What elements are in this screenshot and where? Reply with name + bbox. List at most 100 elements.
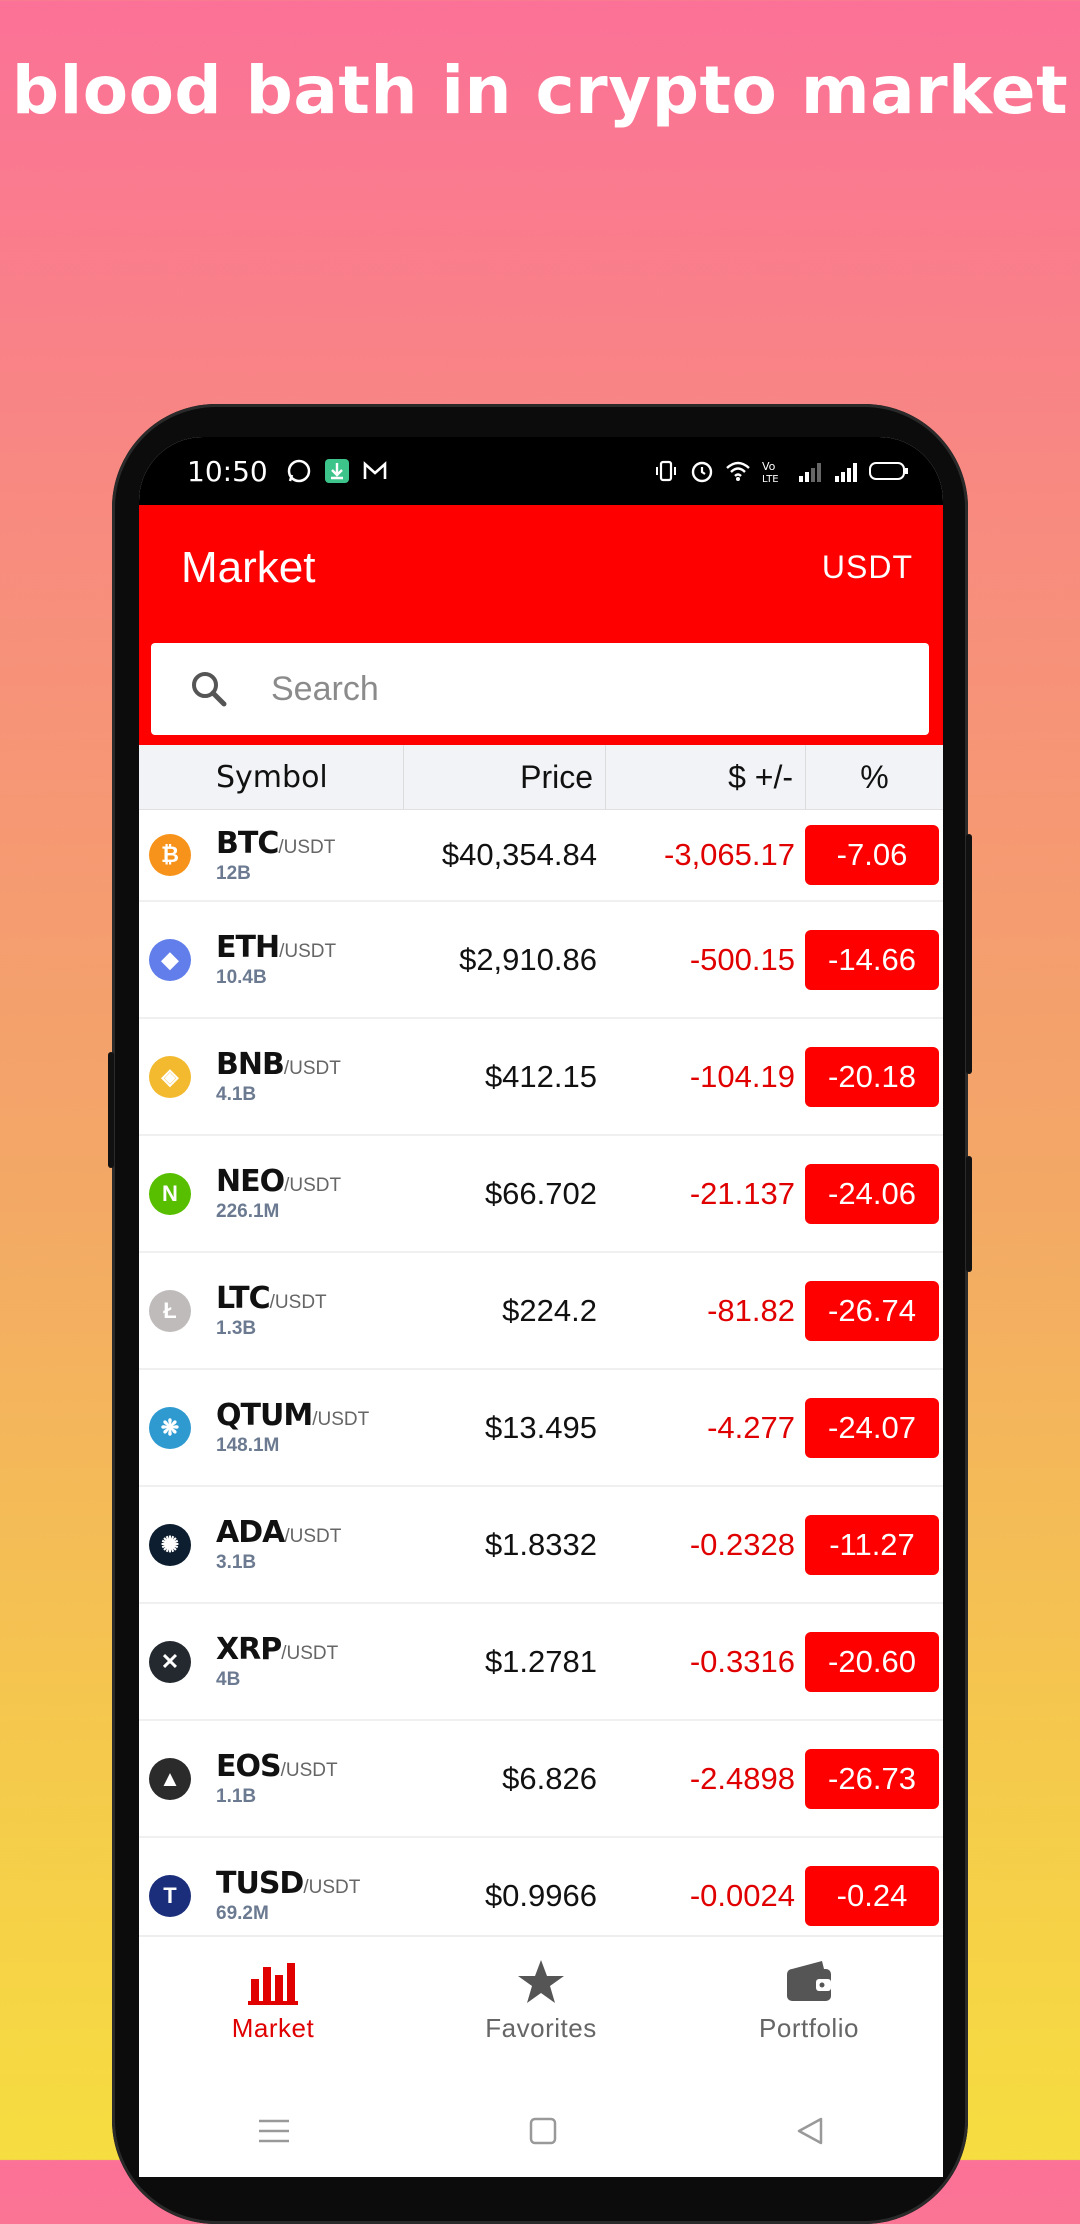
row-percent-badge: -11.27 <box>805 1514 939 1575</box>
row-price: $1.8332 <box>484 1526 597 1562</box>
btc-icon: ₿ <box>149 834 191 876</box>
row-volume: 12B <box>216 862 251 884</box>
row-percent-badge: -26.73 <box>805 1748 939 1809</box>
svg-text:Vo: Vo <box>762 460 776 473</box>
table-row[interactable]: ▲ EOS/USDT 1.1B $6.826 -2.4898 -26.73 <box>139 1721 943 1838</box>
row-change: -3,065.17 <box>664 837 795 872</box>
nav-label: Favorites <box>485 2013 597 2043</box>
coin-list: ₿ BTC/USDT 12B $40,354.84 -3,065.17 -7.0… <box>139 810 943 1955</box>
eth-icon: ◆ <box>149 938 191 981</box>
row-percent-badge: -20.18 <box>805 1046 939 1107</box>
ada-icon: ✺ <box>149 1523 191 1566</box>
home-icon[interactable] <box>528 2116 558 2146</box>
row-percent-badge: -26.74 <box>805 1280 939 1341</box>
row-change: -2.4898 <box>689 1760 795 1796</box>
phone-screen: 10:50 Vo LTE Market USDT Search Symbol Pr… <box>139 437 943 2177</box>
row-price: $40,354.84 <box>441 837 597 872</box>
bnb-icon: ◈ <box>149 1055 191 1098</box>
row-change: -4.277 <box>707 1409 795 1445</box>
page-title: Market <box>181 543 316 592</box>
column-header-symbol[interactable]: Symbol <box>139 745 404 809</box>
search-placeholder: Search <box>271 669 379 708</box>
signal-icon <box>799 463 821 482</box>
row-volume: 4B <box>216 1669 241 1690</box>
row-symbol: BNB <box>216 1047 285 1082</box>
row-quote: /USDT <box>284 1175 342 1196</box>
table-row[interactable]: ◆ ETH/USDT 10.4B $2,910.86 -500.15 -14.6… <box>139 902 943 1019</box>
ltc-icon: Ł <box>149 1289 191 1332</box>
row-change: -0.0024 <box>689 1877 795 1913</box>
phone-side-button <box>966 834 972 1074</box>
battery-icon <box>869 462 908 480</box>
eos-icon: ▲ <box>149 1757 191 1800</box>
row-price: $2,910.86 <box>459 941 597 977</box>
table-row[interactable]: ◈ BNB/USDT 4.1B $412.15 -104.19 -20.18 <box>139 1019 943 1136</box>
table-row[interactable]: ₿ BTC/USDT 12B $40,354.84 -3,065.17 -7.0… <box>139 810 943 902</box>
row-quote: /USDT <box>279 941 337 962</box>
tusd-icon: T <box>149 1874 191 1917</box>
nav-favorites[interactable]: Favorites <box>407 1937 675 2087</box>
neo-icon: N <box>149 1172 191 1215</box>
svg-text:LTE: LTE <box>762 474 779 484</box>
row-symbol: NEO <box>216 1164 285 1199</box>
download-icon <box>324 459 349 483</box>
row-percent-badge: -24.07 <box>805 1397 939 1458</box>
column-header-percent[interactable]: % <box>806 745 943 809</box>
row-volume: 1.1B <box>216 1786 257 1807</box>
phone-side-button <box>108 1052 114 1168</box>
bar-chart-icon <box>248 1963 298 2005</box>
row-quote: /USDT <box>281 1643 339 1664</box>
row-symbol: ADA <box>216 1515 285 1550</box>
back-icon[interactable] <box>795 2116 825 2146</box>
table-row[interactable]: ✺ ADA/USDT 3.1B $1.8332 -0.2328 -11.27 <box>139 1487 943 1604</box>
row-percent-badge: -0.24 <box>805 1865 939 1926</box>
row-change: -0.3316 <box>689 1643 795 1679</box>
row-price: $66.702 <box>484 1175 597 1211</box>
row-quote: /USDT <box>280 1760 338 1781</box>
row-quote: /USDT <box>283 1058 341 1079</box>
signal-icon <box>835 463 857 482</box>
app-bar: Market USDT Search <box>139 505 943 745</box>
table-row[interactable]: ❋ QTUM/USDT 148.1M $13.495 -4.277 -24.07 <box>139 1370 943 1487</box>
nav-label: Portfolio <box>759 2013 859 2043</box>
row-change: -21.137 <box>689 1175 795 1211</box>
row-change: -104.19 <box>689 1058 795 1094</box>
nav-portfolio[interactable]: Portfolio <box>675 1937 943 2087</box>
row-price: $6.826 <box>502 1760 597 1796</box>
column-header-change[interactable]: $ +/- <box>606 745 806 809</box>
promo-headline: blood bath in crypto market <box>11 52 1069 129</box>
table-row[interactable]: Ł LTC/USDT 1.3B $224.2 -81.82 -26.74 <box>139 1253 943 1370</box>
menu-icon[interactable] <box>257 2116 291 2146</box>
row-price: $1.2781 <box>484 1643 597 1679</box>
row-volume: 4.1B <box>216 1084 257 1105</box>
vibrate-icon <box>656 460 676 482</box>
row-change: -0.2328 <box>689 1526 795 1562</box>
row-symbol: ETH <box>216 930 280 965</box>
row-percent-badge: -20.60 <box>805 1631 939 1692</box>
table-row[interactable]: ✕ XRP/USDT 4B $1.2781 -0.3316 -20.60 <box>139 1604 943 1721</box>
currency-selector[interactable]: USDT <box>822 549 913 586</box>
row-price: $13.495 <box>484 1409 597 1445</box>
search-input[interactable]: Search <box>151 643 929 735</box>
alarm-icon <box>691 461 713 483</box>
table-row[interactable]: N NEO/USDT 226.1M $66.702 -21.137 -24.06 <box>139 1136 943 1253</box>
row-symbol: XRP <box>216 1632 282 1667</box>
row-percent-badge: -24.06 <box>805 1163 939 1224</box>
star-icon <box>518 1960 564 2003</box>
row-price: $412.15 <box>484 1058 597 1094</box>
row-volume: 69.2M <box>216 1903 269 1924</box>
row-percent-badge: -7.06 <box>805 825 939 885</box>
row-volume: 1.3B <box>216 1318 257 1339</box>
volte-icon: VoLTE <box>762 460 779 484</box>
column-header-price[interactable]: Price <box>404 745 606 809</box>
search-icon <box>192 672 227 707</box>
row-change: -81.82 <box>707 1292 795 1328</box>
row-symbol: BTC <box>216 825 279 861</box>
row-quote: /USDT <box>312 1409 370 1430</box>
row-volume: 3.1B <box>216 1552 257 1573</box>
nav-market[interactable]: Market <box>139 1937 407 2087</box>
nav-label: Market <box>231 2013 315 2043</box>
row-symbol: TUSD <box>216 1866 304 1901</box>
xrp-icon: ✕ <box>149 1640 191 1683</box>
row-symbol: QTUM <box>216 1398 313 1433</box>
